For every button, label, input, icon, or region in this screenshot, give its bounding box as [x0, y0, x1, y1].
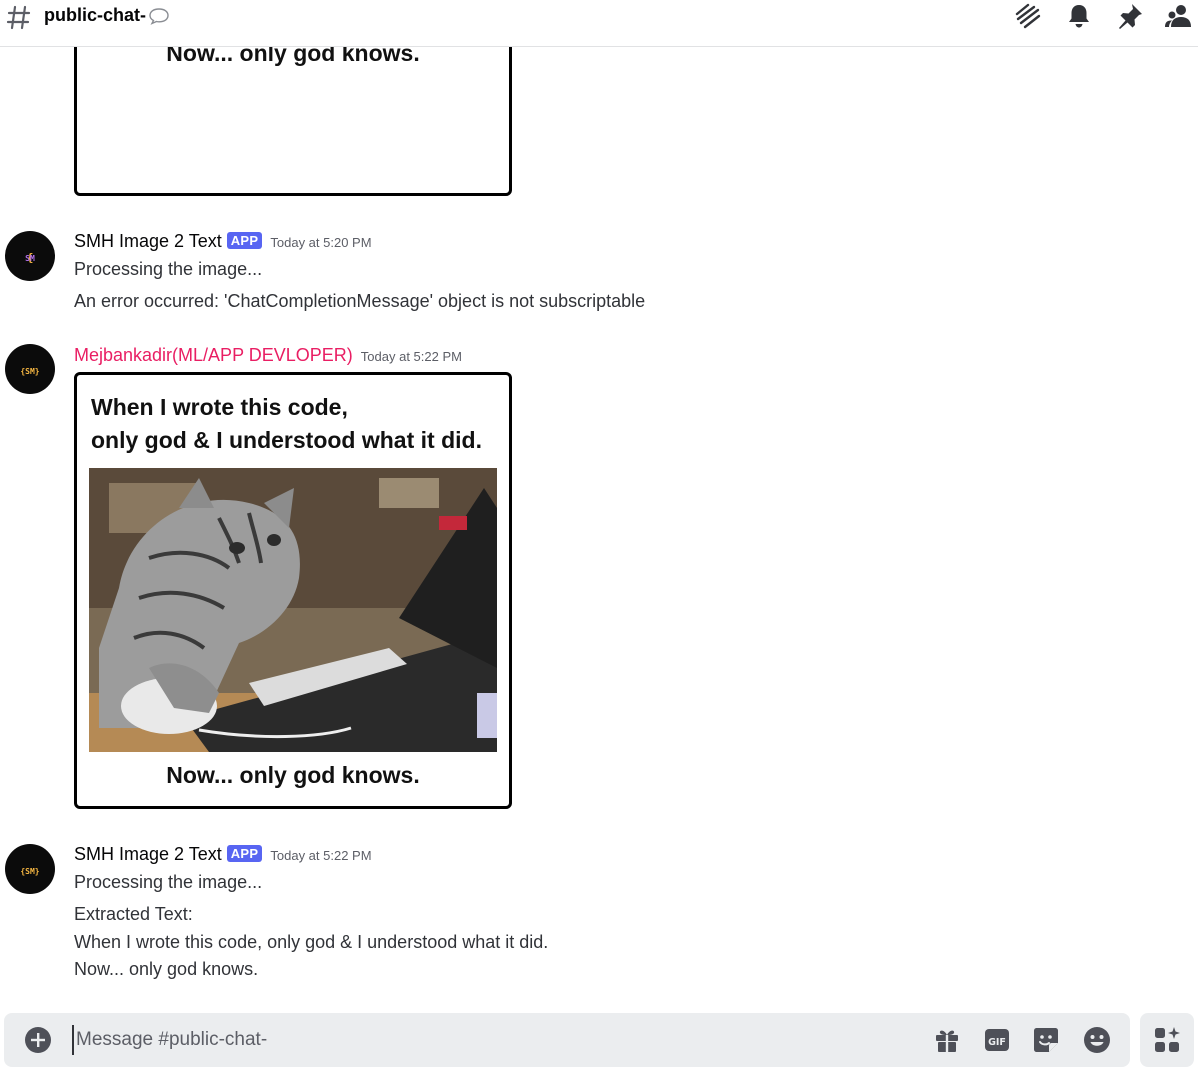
plus-icon[interactable] [24, 1026, 52, 1054]
message-list[interactable]: Now... only god knows. { SM SMH Image 2 … [0, 47, 1198, 1007]
gif-icon[interactable]: GIF [983, 1026, 1011, 1054]
apps-icon [1155, 1027, 1180, 1052]
timestamp[interactable]: Today at 5:20 PM [270, 235, 371, 250]
meme-bottom-caption: Now... only god knows. [166, 47, 420, 66]
meme-top-caption: When I wrote this code, only god & I und… [77, 375, 509, 457]
avatar[interactable]: { SM [5, 231, 55, 281]
svg-text:GIF: GIF [988, 1037, 1006, 1048]
bell-icon[interactable] [1065, 2, 1093, 30]
author-name[interactable]: SMH Image 2 Text [74, 844, 222, 864]
message-input[interactable] [72, 1025, 912, 1055]
message-text: An error occurred: 'ChatCompletionMessag… [74, 291, 646, 311]
author-name[interactable]: Mejbankadir(ML/APP DEVLOPER) [74, 345, 353, 365]
message-composer: GIF [4, 1013, 1130, 1067]
meme-caption-line: only god & I understood what it did. [91, 427, 482, 453]
message-header: Mejbankadir(ML/APP DEVLOPER) Today at 5:2… [74, 345, 462, 369]
bot-logo-icon: { SM [25, 251, 35, 264]
sticker-icon[interactable] [1032, 1026, 1060, 1054]
app-badge: APP [226, 845, 263, 862]
pin-icon[interactable] [1116, 2, 1144, 30]
apps-button[interactable] [1140, 1013, 1194, 1067]
avatar[interactable]: {SM} [5, 344, 55, 394]
channel-header: public-chat- [0, 0, 1198, 47]
message-text: Now... only god knows. [74, 959, 259, 979]
bot-logo-icon: {SM} [20, 867, 39, 876]
meme-image-attachment[interactable]: When I wrote this code, only god & I und… [74, 372, 512, 809]
channel-name-text: public-chat- [44, 5, 146, 25]
message-text: Extracted Text: [74, 904, 193, 924]
message-header: SMH Image 2 Text APP Today at 5:20 PM [74, 231, 372, 255]
message-text: Processing the image... [74, 259, 263, 279]
message-text: Processing the image... [74, 872, 263, 892]
svg-text:{SM}: {SM} [20, 367, 39, 376]
author-name[interactable]: SMH Image 2 Text [74, 231, 222, 251]
threads-icon[interactable] [1014, 2, 1042, 30]
members-icon[interactable] [1164, 2, 1192, 30]
chat-bubble-icon [149, 8, 169, 26]
user-logo-icon: {SM} [20, 367, 39, 376]
timestamp[interactable]: Today at 5:22 PM [361, 349, 462, 364]
message-text: When I wrote this code, only god & I und… [74, 932, 549, 952]
emoji-icon[interactable] [1083, 1026, 1111, 1054]
gift-icon[interactable] [933, 1026, 961, 1054]
channel-name: public-chat- [44, 5, 170, 26]
meme-bottom-caption: Now... only god knows. [166, 762, 420, 788]
timestamp[interactable]: Today at 5:22 PM [270, 848, 371, 863]
cat-photo [89, 468, 497, 752]
message-header: SMH Image 2 Text APP Today at 5:22 PM [74, 844, 372, 868]
app-badge: APP [226, 232, 263, 249]
avatar[interactable]: {SM} [5, 844, 55, 894]
meme-image-previous[interactable]: Now... only god knows. [74, 47, 512, 196]
svg-text:{SM}: {SM} [20, 867, 39, 876]
meme-caption-line: When I wrote this code, [91, 394, 348, 420]
hash-icon [6, 5, 31, 30]
svg-text:SM: SM [25, 254, 35, 263]
